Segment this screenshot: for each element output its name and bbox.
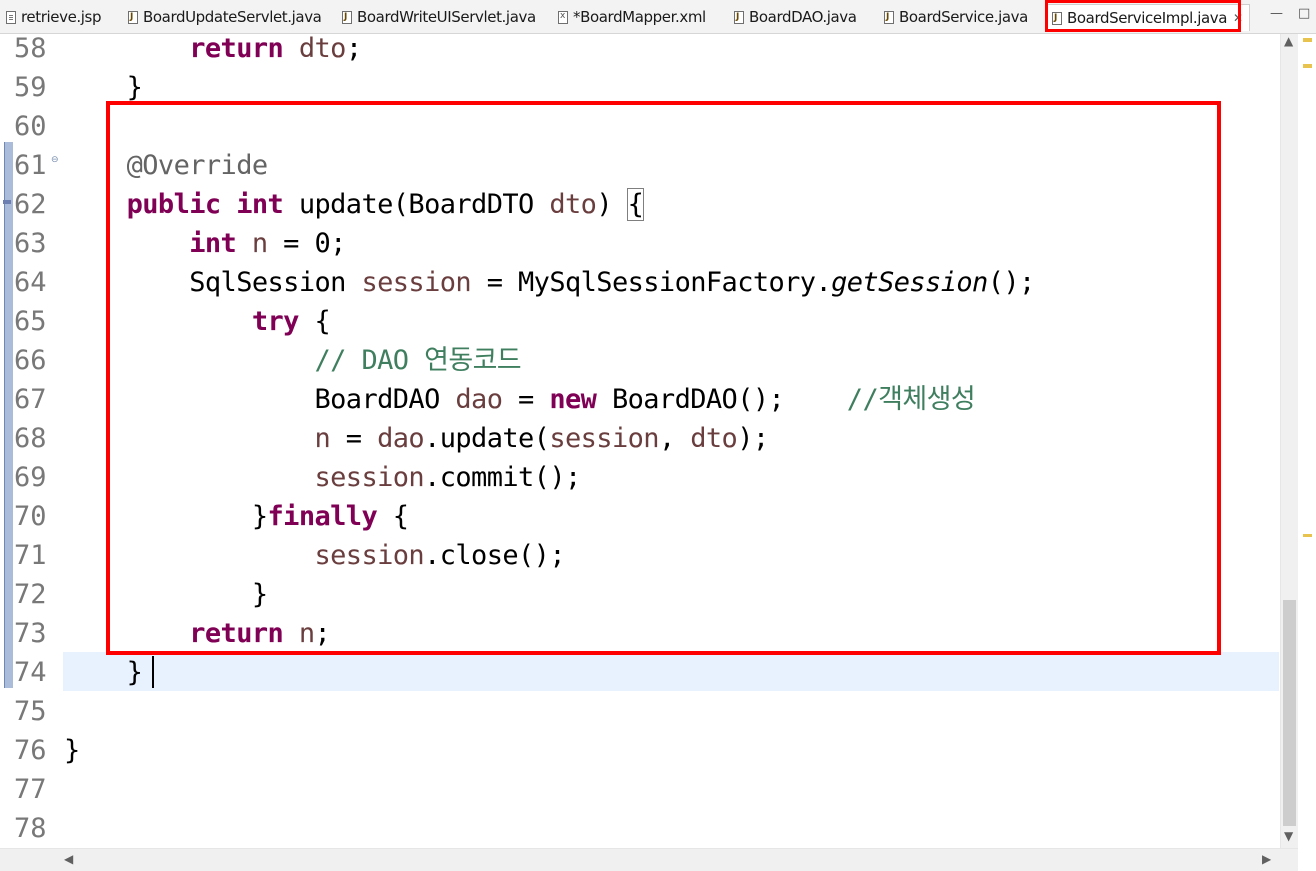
jsp-file-icon bbox=[6, 10, 16, 24]
tab-retrieve-jsp[interactable]: retrieve.jsp bbox=[6, 4, 101, 30]
current-line-highlight bbox=[63, 652, 1279, 691]
line-number: 62 bbox=[14, 189, 47, 220]
warning-marker-icon[interactable] bbox=[1303, 38, 1312, 42]
line-number: 67 bbox=[14, 384, 47, 415]
tab-label: *BoardMapper.xml bbox=[573, 8, 706, 26]
tab-board-dao[interactable]: BoardDAO.java bbox=[734, 4, 857, 30]
scroll-right-icon[interactable]: ▶ bbox=[1262, 852, 1271, 866]
code-line[interactable]: @Override bbox=[64, 146, 269, 185]
code-line[interactable]: }finally { bbox=[64, 497, 409, 536]
vertical-scroll-thumb[interactable] bbox=[1283, 600, 1296, 826]
tab-label: BoardDAO.java bbox=[749, 8, 857, 26]
overview-ruler[interactable] bbox=[1299, 34, 1316, 848]
line-number: 66 bbox=[14, 345, 47, 376]
line-number: 74 bbox=[14, 657, 47, 688]
tab-board-write-ui-servlet[interactable]: BoardWriteUIServlet.java bbox=[342, 4, 536, 30]
line-number: 68 bbox=[14, 423, 47, 454]
code-line[interactable]: int n = 0; bbox=[64, 224, 346, 263]
line-number: 59 bbox=[14, 72, 47, 103]
code-line[interactable]: try { bbox=[64, 302, 331, 341]
line-number: 75 bbox=[14, 696, 47, 727]
minimize-icon[interactable]: — bbox=[1270, 6, 1283, 21]
code-line[interactable]: public int update(BoardDTO dto) { bbox=[64, 185, 645, 224]
scroll-left-icon[interactable]: ◀ bbox=[64, 852, 73, 866]
line-number: 76 bbox=[14, 735, 47, 766]
code-line[interactable]: BoardDAO dao = new BoardDAO(); //객체생성 bbox=[64, 380, 975, 419]
java-file-icon bbox=[884, 10, 894, 24]
code-line[interactable]: SqlSession session = MySqlSessionFactory… bbox=[64, 263, 1035, 302]
code-editor[interactable]: ⊖ 58 59 60 61 62 63 64 65 66 67 68 69 70… bbox=[0, 34, 1298, 848]
code-line[interactable]: } bbox=[64, 653, 143, 692]
maximize-icon[interactable]: □ bbox=[1298, 6, 1310, 21]
line-number: 73 bbox=[14, 618, 47, 649]
line-number: 65 bbox=[14, 306, 47, 337]
tab-label: BoardUpdateServlet.java bbox=[143, 8, 322, 26]
tab-label: retrieve.jsp bbox=[21, 8, 102, 26]
code-line[interactable]: } bbox=[64, 731, 80, 770]
line-number: 63 bbox=[14, 228, 47, 259]
override-marker-icon bbox=[3, 200, 11, 204]
line-number: 78 bbox=[14, 813, 47, 844]
scroll-down-icon[interactable]: ▼ bbox=[1284, 829, 1293, 843]
warning-marker-icon[interactable] bbox=[1303, 534, 1312, 537]
code-line[interactable]: // DAO 연동코드 bbox=[64, 341, 522, 380]
line-number: 77 bbox=[14, 774, 47, 805]
xml-file-icon bbox=[558, 10, 568, 24]
tab-board-update-servlet[interactable]: BoardUpdateServlet.java bbox=[128, 4, 322, 30]
active-tab-highlight-box bbox=[1045, 0, 1241, 32]
line-number: 70 bbox=[14, 501, 47, 532]
code-line[interactable]: return dto; bbox=[64, 34, 362, 68]
line-number: 72 bbox=[14, 579, 47, 610]
code-line[interactable]: } bbox=[64, 575, 268, 614]
text-caret bbox=[152, 656, 154, 688]
line-number: 71 bbox=[14, 540, 47, 571]
warning-marker-icon[interactable] bbox=[1303, 64, 1312, 68]
horizontal-scrollbar[interactable]: ◀ ▶ bbox=[0, 848, 1298, 871]
code-line[interactable]: return n; bbox=[64, 614, 331, 653]
code-line[interactable]: n = dao.update(session, dto); bbox=[64, 419, 770, 458]
tab-label: BoardService.java bbox=[899, 8, 1028, 26]
tab-label: BoardWriteUIServlet.java bbox=[357, 8, 536, 26]
code-line[interactable]: session.close(); bbox=[64, 536, 566, 575]
line-number: 61 bbox=[14, 150, 47, 181]
code-line[interactable]: } bbox=[64, 68, 143, 107]
quick-diff-bar bbox=[4, 142, 13, 688]
java-file-icon bbox=[128, 10, 138, 24]
tab-board-mapper-xml[interactable]: *BoardMapper.xml bbox=[558, 4, 706, 30]
line-number: 60 bbox=[14, 111, 47, 142]
scroll-up-icon[interactable]: ▲ bbox=[1284, 34, 1293, 48]
line-number: 69 bbox=[14, 462, 47, 493]
java-file-icon bbox=[734, 10, 744, 24]
code-line[interactable]: session.commit(); bbox=[64, 458, 582, 497]
java-file-icon bbox=[342, 10, 352, 24]
tab-board-service[interactable]: BoardService.java bbox=[884, 4, 1028, 30]
line-number: 64 bbox=[14, 267, 47, 298]
line-number: 58 bbox=[14, 34, 47, 64]
vertical-scrollbar[interactable]: ▲ ▼ bbox=[1280, 34, 1298, 848]
